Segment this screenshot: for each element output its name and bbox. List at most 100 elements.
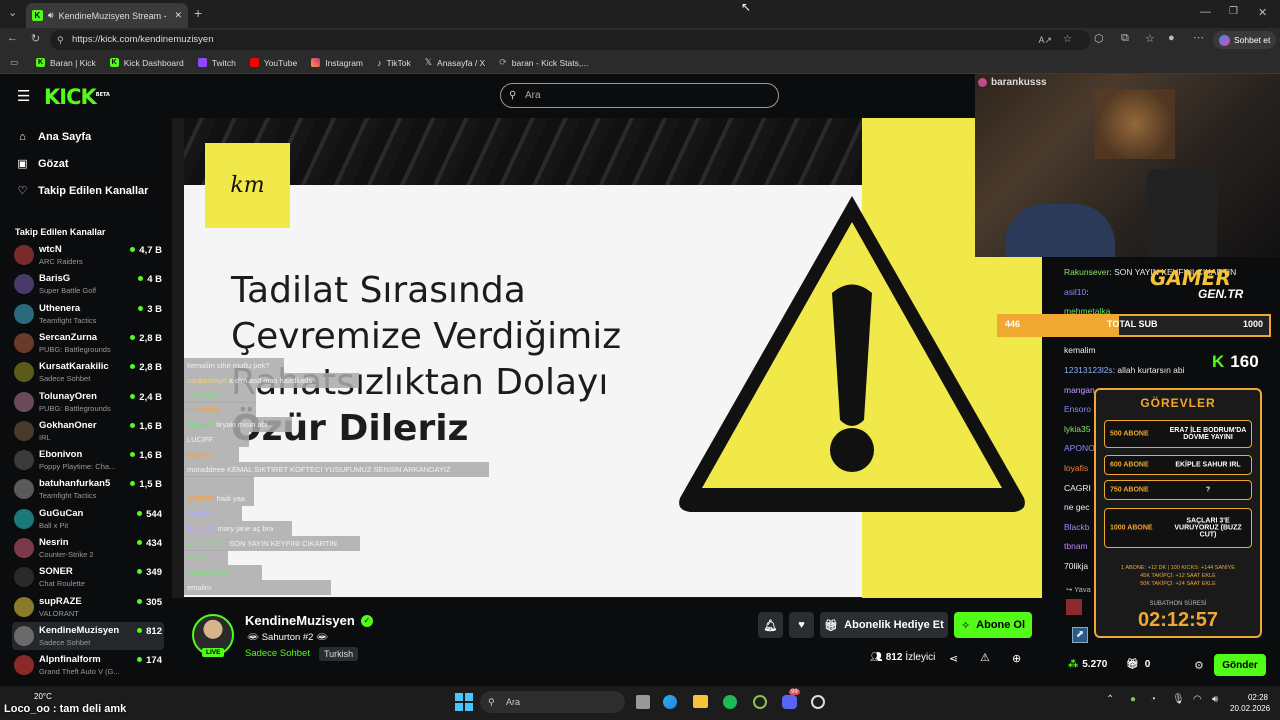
kick-logo[interactable]: KICKBETA [44,85,110,109]
discord-icon[interactable] [782,695,797,709]
sidebar-channel-item[interactable]: Alpnfinalform Grand Theft Auto V (G... 174 [12,651,164,679]
url-field[interactable]: ⚲ https://kick.com/kendinemuzisyen A↗ ☆ [50,30,1090,50]
follow-heart-button[interactable]: ♥ [789,612,814,638]
sidebar-channel-item[interactable]: GuGuCan Ball x Pit 544 [12,505,164,533]
language-tag[interactable]: Turkish [319,647,359,661]
sidebar-channel-item[interactable]: GokhanOner IRL 1,6 B [12,417,164,445]
tab-close-icon[interactable]: ✕ [174,10,182,21]
microphone-icon[interactable]: 🎙︎ [1172,694,1185,705]
close-window-icon[interactable]: ✕ [1258,6,1267,19]
bookmark-tiktok[interactable]: ♪ TikTok [377,58,411,68]
tray-chevron-icon[interactable]: ⌃ [1106,694,1114,705]
sidebar-channel-item[interactable]: batuhanfurkan5 Teamfight Tactics 1,5 B [12,475,164,503]
search-input[interactable]: ⚲ Ara [500,83,779,108]
sidebar-channel-item[interactable]: BarisG Super Battle Golf 4 B [12,270,164,298]
bookmark-baran-kick[interactable]: K Baran | Kick [36,58,96,68]
new-tab-icon[interactable]: + [194,5,202,21]
profile-avatar-icon[interactable]: ● [1168,32,1175,44]
chat-message[interactable]: loyafis [1064,463,1088,473]
bookmark-x[interactable]: 𝕏 Anasayfa / X [425,57,485,68]
sidebar-channel-item[interactable]: KendineMuzisyen Sadece Sohbet 812 [12,621,164,650]
obs-icon[interactable] [811,695,825,709]
bookmark-instagram[interactable]: Instagram [311,58,363,68]
wifi-icon[interactable]: ◠ [1193,694,1202,705]
site-info-icon[interactable]: ⚲ [57,30,64,50]
gift-count[interactable]: 🎁︎ 0 [1126,659,1150,670]
spotify-icon[interactable] [723,695,737,709]
back-icon[interactable]: ← [7,32,18,44]
taskbar-search[interactable]: ⚲ Ara [480,691,625,713]
chat-message[interactable]: asil10: [1064,287,1089,297]
hamburger-menu-icon[interactable]: ☰ [17,87,30,105]
copilot-button[interactable]: Sohbet et [1213,31,1277,49]
chat-username[interactable]: CAGRI [1064,483,1091,493]
notification-bell-button[interactable]: 🔔︎ [758,612,783,638]
chat-username[interactable]: lykia35 [1064,424,1090,434]
sidebar-channel-item[interactable]: KursatKarakilic Sadece Sohbet 2,8 B [12,358,164,386]
extension-icon[interactable]: ⬡ [1094,32,1104,45]
chat-message[interactable]: ne gec [1064,502,1090,512]
tab-list-icon[interactable]: ⌄ [8,6,17,19]
clock[interactable]: 02:28 20.02.2026 [1230,692,1270,714]
chat-message[interactable]: lykia35 [1064,424,1090,434]
nvidia-icon[interactable] [753,695,767,709]
chat-message[interactable]: 70likja [1064,561,1088,571]
chat-username[interactable]: kemalim [1064,345,1096,355]
emote-picker-icon[interactable]: ⬈ [1072,627,1088,643]
sidebar-channel-item[interactable]: SercanZurna PUBG: Battlegrounds 2,8 B [12,329,164,357]
chat-username[interactable]: asil10 [1064,287,1086,297]
report-icon[interactable]: ⚠ [980,651,990,664]
chat-username[interactable]: 70likja [1064,561,1088,571]
read-aloud-icon[interactable]: A↗ [1038,30,1052,50]
sidebar-channel-item[interactable]: supRAZE VALORANT 305 [12,593,164,621]
task-view-icon[interactable] [636,695,650,709]
browser-tab[interactable]: K 🔊︎ KendineMuzisyen Stream - W ✕ [26,3,188,28]
bookmark-twitch[interactable]: Twitch [197,58,236,68]
split-screen-icon[interactable]: ⧉ [1121,32,1129,45]
nav-home[interactable]: ⌂ Ana Sayfa [16,131,91,143]
minimize-icon[interactable]: — [1200,6,1211,18]
video-player[interactable]: km Tadilat Sırasında Çevremize Verdiğimi… [172,118,1042,598]
chat-username[interactable]: APONO [1064,443,1095,453]
chat-message[interactable]: CAGRI [1064,483,1091,493]
sidebar-channel-item[interactable]: wtcN ARC Raiders 4,7 B [12,241,164,269]
add-friend-icon[interactable]: ⊕ [1012,652,1021,665]
send-button[interactable]: Gönder [1214,654,1266,676]
chat-message[interactable]: Blackb [1064,522,1090,532]
gift-sub-button[interactable]: 🎁︎ Abonelik Hediye Et [820,612,948,638]
sidebar-channel-item[interactable]: Nesrin Counter-Strike 2 434 [12,534,164,562]
volume-icon[interactable]: 🔊︎ [1212,694,1218,705]
chat-message[interactable]: APONO [1064,443,1095,453]
chat-username[interactable]: Ensoro [1064,404,1091,414]
sidebar-channel-item[interactable]: SONER Chat Roulette 349 [12,563,164,591]
bookmark-youtube[interactable]: YouTube [249,58,297,68]
chat-username[interactable]: Blackb [1064,522,1090,532]
weather-temp[interactable]: 20°C [34,692,52,701]
sidebar-channel-item[interactable]: Uthenera Teamfight Tactics 3 B [12,300,164,328]
sidebar-channel-item[interactable]: Ebonivon Poppy Playtime: Cha... 1,6 B [12,446,164,474]
nav-browse[interactable]: ▣ Gözat [16,157,68,171]
nav-following[interactable]: ♡ Takip Edilen Kanallar [16,184,149,198]
chat-username[interactable]: ne gec [1064,502,1090,512]
chat-message[interactable]: 12313123l2s: allah kurtarsın abi [1064,365,1185,375]
reload-icon[interactable]: ↻ [31,32,40,45]
chat-username[interactable]: tbnam [1064,541,1088,551]
chat-settings-icon[interactable]: ⚙ [1194,659,1204,672]
speaker-icon[interactable]: 🔊︎ [48,10,54,21]
chat-message[interactable]: Ensoro [1064,404,1091,414]
subscribe-button[interactable]: ✧ Abone Ol [954,612,1032,638]
edge-icon[interactable] [663,695,677,709]
chat-username[interactable]: 12313123l2s [1064,365,1113,375]
channel-points[interactable]: ⁂ 5.270 [1068,659,1107,670]
streamer-name[interactable]: KendineMuzisyen ✓ [245,613,373,628]
chat-message[interactable]: mangan [1064,385,1095,395]
favorites-icon[interactable]: ☆ [1145,32,1155,45]
tray-app-icon[interactable]: ● [1130,694,1136,705]
more-options-icon[interactable]: ⋯ [1193,31,1204,44]
bookmark-kick-stats[interactable]: ⟳ baran - Kick Stats,... [499,57,588,68]
chat-username[interactable]: mangan [1064,385,1095,395]
chat-message[interactable]: kemalim [1064,345,1096,355]
sidebar-channel-item[interactable]: TolunayOren PUBG: Battlegrounds 2,4 B [12,388,164,416]
chat-message[interactable]: tbnam [1064,541,1088,551]
favorite-star-icon[interactable]: ☆ [1063,30,1072,50]
